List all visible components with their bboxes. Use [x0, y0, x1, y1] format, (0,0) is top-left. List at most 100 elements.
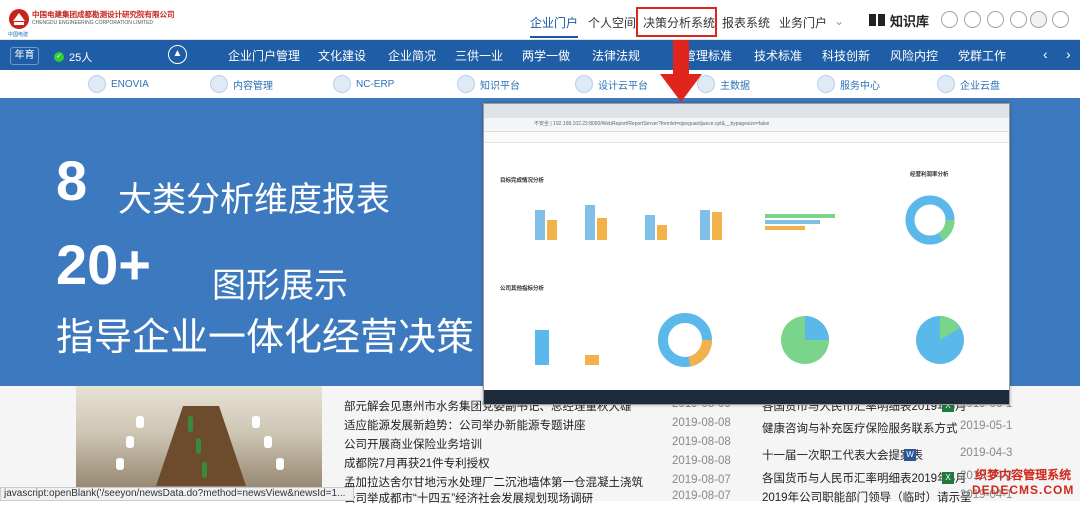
promo-text-3: 指导企业一体化经营决策 — [56, 317, 475, 359]
power-icon[interactable] — [1052, 11, 1069, 28]
app-label: 内容管理 — [233, 80, 273, 92]
plant — [202, 462, 207, 478]
app-design-cloud[interactable]: 设计云平台 — [575, 74, 648, 94]
nav-next-arrow-icon[interactable]: › — [1066, 46, 1071, 62]
watermark-line1: 织梦内容管理系统 — [975, 468, 1072, 482]
promo-text-2: 图形展示 — [212, 267, 348, 305]
nav-portal-management[interactable]: 企业门户管理 — [228, 47, 300, 64]
nav-more-chevron-icon[interactable]: ⌄ — [834, 14, 844, 28]
app-label: 服务中心 — [840, 80, 880, 92]
app-label: 知识平台 — [480, 80, 520, 92]
logo-chinese-name: 中国电建集团成都勘测设计研究院有限公司 — [32, 10, 175, 19]
nav-prev-arrow-icon[interactable]: ‹ — [1043, 46, 1048, 62]
excel-icon: X — [942, 472, 954, 484]
enovia-icon — [88, 75, 106, 93]
nav-innovation[interactable]: 科技创新 — [822, 47, 870, 64]
news-item[interactable]: 公司举成都市“十四五”经济社会发展规划现场调研 — [344, 490, 593, 506]
news-item[interactable]: 公司开展商业保险业务培训 — [344, 436, 482, 452]
logo-mark-icon — [9, 9, 29, 29]
app-label: 主数据 — [720, 80, 750, 92]
promo-text-1: 大类分析维度报表 — [118, 181, 390, 219]
app-enovia[interactable]: ENOVIA — [88, 74, 149, 94]
red-arrow-icon — [660, 40, 702, 102]
news-item[interactable]: 孟加拉达舍尔甘地污水处理厂二沉池墙体第一仓混凝土浇筑 — [344, 474, 643, 490]
browser-status-bar: javascript:openBlank('/seeyon/newsData.d… — [0, 487, 354, 501]
news-date: 2019-08-07 — [672, 490, 731, 502]
person — [276, 458, 284, 470]
knowledge-base-link[interactable]: 知识库 — [868, 10, 929, 30]
nav-enterprise-portal[interactable]: 企业门户 — [530, 14, 579, 38]
knowledge-icon — [457, 75, 475, 93]
book-icon — [869, 14, 885, 26]
nav-laws[interactable]: 法律法规 — [592, 47, 640, 64]
person — [136, 416, 144, 428]
nav-three-supplies[interactable]: 三供一业 — [455, 47, 503, 64]
report-section-title: 经营利润率分析 — [910, 172, 949, 178]
news-date: 2019-08-07 — [672, 474, 731, 486]
scroll-up-icon[interactable]: ▲ — [168, 45, 187, 64]
app-content-management[interactable]: 内容管理 — [210, 74, 273, 94]
nav-two-studies[interactable]: 两学一做 — [522, 47, 570, 64]
doc-item[interactable]: 2019年公司职能部门领导（临时）请示呈 — [762, 489, 972, 505]
highlight-box — [636, 7, 717, 37]
windows-taskbar — [484, 390, 1009, 404]
service-icon — [817, 75, 835, 93]
other-charts-group — [535, 313, 964, 367]
cloud-icon — [575, 75, 593, 93]
news-date: 2019-08-08 — [672, 417, 731, 429]
nav-business-portal[interactable]: 业务门户 — [779, 14, 827, 31]
plant — [196, 438, 201, 454]
logo-english-name: CHENGDU ENGINEERING CORPORATION LIMITED — [32, 20, 154, 26]
bar-chart-group — [535, 195, 955, 245]
online-count: ✓ 25人 — [54, 49, 92, 65]
doc-item[interactable]: 健康咨询与补充医疗保险服务联系方式 — [762, 420, 958, 436]
doc-item[interactable]: 各国货币与人民币汇率明细表2019年5月 — [762, 470, 966, 486]
nav-culture[interactable]: 文化建设 — [318, 47, 366, 64]
nav-risk-control[interactable]: 风险内控 — [890, 47, 938, 64]
watermark: 织梦内容管理系统 DEDECMS.COM — [972, 466, 1074, 497]
company-logo[interactable]: 中国电建集团成都勘测设计研究院有限公司 CHENGDU ENGINEERING … — [8, 6, 188, 38]
person — [126, 436, 134, 448]
report-screenshot: 不安全 | 192.168.102.22:8090/WebReport/Repo… — [483, 103, 1010, 405]
promo-number-8: 8 — [56, 149, 88, 212]
app-nc-erp[interactable]: NC-ERP — [333, 74, 394, 94]
doc-item[interactable]: 十一届一次职工代表大会提案表 — [762, 447, 923, 463]
app-cloud-drive[interactable]: 企业云盘 — [937, 74, 1000, 94]
report-area: 目标完成情况分析 经营利润率分析 公司其他指标分析 — [490, 150, 1002, 390]
watermark-line2: DEDECMS.COM — [972, 483, 1075, 497]
browser-url: 不安全 | 192.168.102.22:8090/WebReport/Repo… — [534, 121, 770, 127]
app-label: 企业云盘 — [960, 80, 1000, 92]
doc-date: 2019-05-1 — [960, 420, 1013, 432]
promo-number-20: 20+ — [56, 233, 151, 296]
lock-icon[interactable] — [1030, 11, 1047, 28]
app-shortcut-bar — [0, 70, 1080, 98]
app-label: NC-ERP — [356, 78, 395, 90]
settings-icon[interactable] — [987, 11, 1004, 28]
home-icon[interactable] — [964, 11, 981, 28]
refresh-icon[interactable] — [1010, 11, 1027, 28]
news-date: 2019-08-08 — [672, 455, 731, 467]
news-photo[interactable] — [76, 386, 322, 501]
nav-personal-space[interactable]: 个人空间 — [588, 14, 636, 31]
news-item[interactable]: 成都院7月再获21件专利授权 — [344, 455, 490, 471]
nav-report-system[interactable]: 报表系统 — [722, 14, 770, 31]
logo-brand: 中国电建 — [8, 32, 29, 38]
report-section-title: 目标完成情况分析 — [500, 178, 545, 184]
doc-date: 2019-04-3 — [960, 447, 1013, 459]
online-check-icon: ✓ — [54, 52, 64, 62]
nav-party-work[interactable]: 党群工作 — [958, 47, 1006, 64]
knowledge-base-label: 知识库 — [890, 13, 930, 29]
content-icon — [210, 75, 228, 93]
online-count-label: 25人 — [69, 52, 93, 64]
nav-technical-standards[interactable]: 技术标准 — [754, 47, 802, 64]
drive-icon — [937, 75, 955, 93]
app-knowledge-platform[interactable]: 知识平台 — [457, 74, 520, 94]
news-item[interactable]: 适应能源发展新趋势：公司举办新能源专题讲座 — [344, 417, 586, 433]
app-service-center[interactable]: 服务中心 — [817, 74, 880, 94]
message-icon[interactable] — [941, 11, 958, 28]
erp-icon — [333, 75, 351, 93]
person — [252, 416, 260, 428]
app-master-data[interactable]: 主数据 — [697, 74, 750, 94]
year-badge[interactable]: 年育 — [10, 47, 39, 65]
nav-company-profile[interactable]: 企业简况 — [388, 47, 436, 64]
